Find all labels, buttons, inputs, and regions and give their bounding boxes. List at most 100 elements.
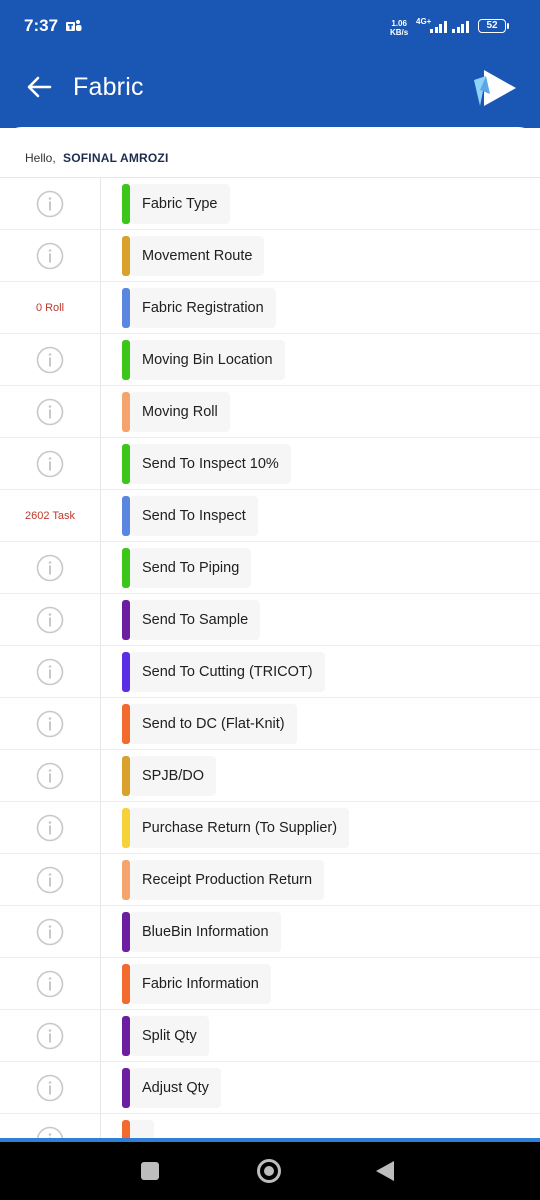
menu-row-status (0, 334, 101, 385)
info-icon[interactable] (36, 762, 64, 790)
info-icon[interactable] (36, 554, 64, 582)
user-name: SOFINAL AMROZI (63, 151, 169, 165)
menu-row: 2602 Task Send To Inspect (0, 490, 540, 542)
back-button[interactable] (376, 1161, 394, 1181)
menu-row-status (0, 178, 101, 229)
menu-color-bar (122, 964, 130, 1004)
menu-item-button[interactable]: Receipt Production Return (130, 860, 325, 900)
info-icon[interactable] (36, 450, 64, 478)
menu-row: Adjust Qty (0, 1062, 540, 1114)
menu-row: Send To Cutting (TRICOT) (0, 646, 540, 698)
menu-item-button[interactable]: Adjust Qty (130, 1068, 221, 1108)
menu-row-status: 0 Roll (0, 282, 101, 333)
content-sheet: Hello, SOFINAL AMROZI Fabric Type Movemen… (0, 127, 540, 1139)
menu-color-bar (122, 184, 130, 224)
menu-row: Send To Piping (0, 542, 540, 594)
app-logo[interactable] (470, 66, 518, 110)
menu-row: BlueBin Information (0, 906, 540, 958)
menu-row (0, 1114, 540, 1139)
recent-apps-button[interactable] (141, 1162, 159, 1180)
menu-color-bar (122, 236, 130, 276)
menu-row-status (0, 646, 101, 697)
menu-row-status (0, 594, 101, 645)
menu-item-button[interactable]: Split Qty (130, 1016, 209, 1056)
menu-color-bar (122, 444, 130, 484)
menu-item-button[interactable]: Moving Bin Location (130, 340, 285, 380)
menu-item-button[interactable]: Send To Cutting (TRICOT) (130, 652, 325, 692)
menu-item-button[interactable]: Fabric Information (130, 964, 271, 1004)
menu-item-button[interactable]: Send To Sample (130, 600, 261, 640)
menu-row-status (0, 906, 101, 957)
info-icon[interactable] (36, 1074, 64, 1102)
menu-item-button[interactable]: Send To Piping (130, 548, 252, 588)
menu-row-status (0, 230, 101, 281)
menu-list: Fabric Type Movement Route 0 Roll Fabric Re… (0, 178, 540, 1139)
count-badge: 0 Roll (35, 301, 65, 314)
info-icon[interactable] (36, 658, 64, 686)
menu-color-bar (122, 704, 130, 744)
menu-row: Send to DC (Flat-Knit) (0, 698, 540, 750)
menu-color-bar (122, 288, 130, 328)
menu-row-status (0, 958, 101, 1009)
menu-row-status (0, 1010, 101, 1061)
menu-row: Fabric Type (0, 178, 540, 230)
menu-row: Purchase Return (To Supplier) (0, 802, 540, 854)
info-icon[interactable] (36, 866, 64, 894)
info-icon[interactable] (36, 1126, 64, 1140)
menu-row: Send To Inspect 10% (0, 438, 540, 490)
info-icon[interactable] (36, 398, 64, 426)
menu-color-bar (122, 808, 130, 848)
menu-row: SPJB/DO (0, 750, 540, 802)
teams-icon (66, 20, 82, 31)
menu-item-button[interactable]: BlueBin Information (130, 912, 281, 952)
menu-color-bar (122, 1016, 130, 1056)
menu-row-status (0, 542, 101, 593)
menu-row: Moving Bin Location (0, 334, 540, 386)
menu-row-status (0, 1062, 101, 1113)
menu-row-status: 2602 Task (0, 490, 101, 541)
net-speed: 1.06 KB/s (390, 19, 409, 37)
menu-row: Moving Roll (0, 386, 540, 438)
menu-row-status (0, 750, 101, 801)
menu-row-status (0, 698, 101, 749)
menu-row: 0 Roll Fabric Registration (0, 282, 540, 334)
menu-row: Split Qty (0, 1010, 540, 1062)
menu-color-bar (122, 652, 130, 692)
menu-item-button[interactable]: Purchase Return (To Supplier) (130, 808, 350, 848)
info-icon[interactable] (36, 346, 64, 374)
menu-item-button[interactable] (130, 1120, 154, 1139)
menu-color-bar (122, 340, 130, 380)
page-title: Fabric (73, 73, 144, 101)
menu-item-button[interactable]: SPJB/DO (130, 756, 217, 796)
battery-icon: 52 (478, 19, 509, 33)
menu-item-button[interactable]: Movement Route (130, 236, 265, 276)
menu-row-status (0, 1114, 101, 1139)
app-header: 7:37 1.06 KB/s 4G+ 52 Fabric (0, 0, 540, 128)
info-icon[interactable] (36, 970, 64, 998)
arrow-left-icon[interactable] (26, 74, 52, 100)
menu-color-bar (122, 912, 130, 952)
info-icon[interactable] (36, 606, 64, 634)
menu-row-status (0, 854, 101, 905)
info-icon[interactable] (36, 918, 64, 946)
menu-item-button[interactable]: Send To Inspect 10% (130, 444, 291, 484)
info-icon[interactable] (36, 1022, 64, 1050)
menu-item-button[interactable]: Fabric Registration (130, 288, 276, 328)
info-icon[interactable] (36, 710, 64, 738)
signal-strength-icon (430, 21, 447, 33)
menu-item-button[interactable]: Send to DC (Flat-Knit) (130, 704, 297, 744)
home-button[interactable] (257, 1159, 281, 1183)
menu-color-bar (122, 1120, 130, 1139)
menu-row: Movement Route (0, 230, 540, 282)
status-bar: 7:37 1.06 KB/s 4G+ 52 (0, 0, 540, 56)
menu-item-button[interactable]: Fabric Type (130, 184, 230, 224)
greeting: Hello, SOFINAL AMROZI (25, 151, 169, 165)
menu-color-bar (122, 392, 130, 432)
menu-item-button[interactable]: Send To Inspect (130, 496, 258, 536)
menu-color-bar (122, 860, 130, 900)
info-icon[interactable] (36, 242, 64, 270)
signal-strength-2-icon (452, 21, 469, 33)
menu-item-button[interactable]: Moving Roll (130, 392, 230, 432)
info-icon[interactable] (36, 814, 64, 842)
info-icon[interactable] (36, 190, 64, 218)
